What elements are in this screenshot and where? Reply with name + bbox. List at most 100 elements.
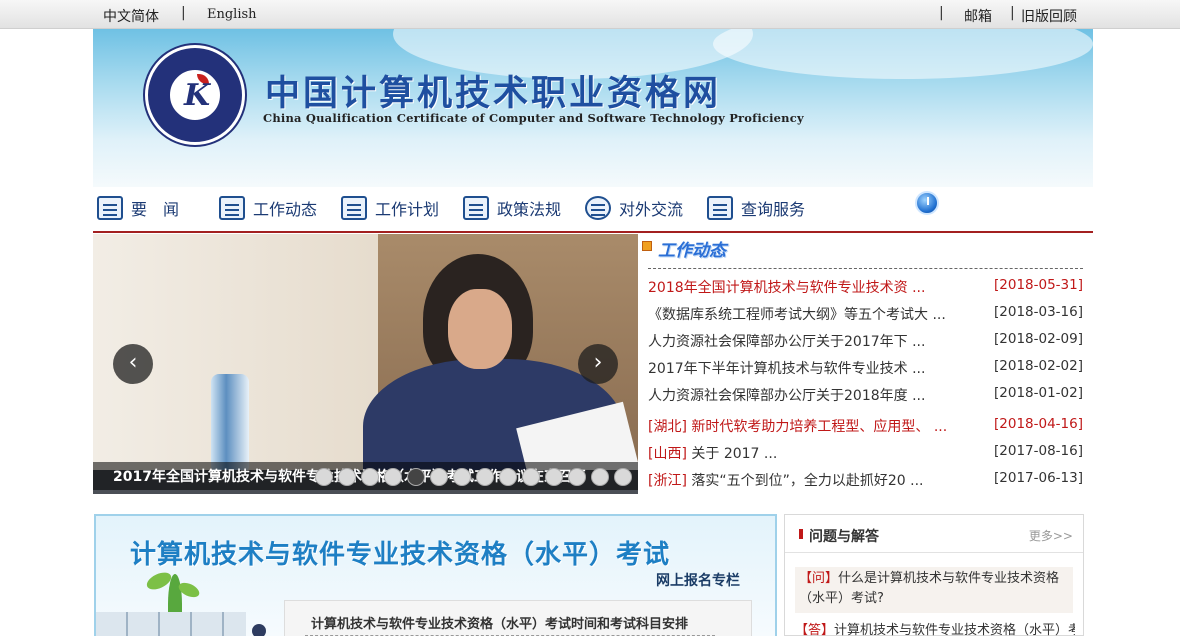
news-title[interactable]: 人力资源社会保障部办公厅关于2017年下 ...: [648, 331, 925, 351]
slider-dot[interactable]: [361, 468, 379, 486]
nav-item-label: 政策法规: [497, 200, 562, 219]
slider-dot[interactable]: [499, 468, 517, 486]
site-title: 中国计算机技术职业资格网: [265, 74, 722, 114]
online-registration-label[interactable]: 网上报名专栏: [656, 570, 740, 590]
news-item[interactable]: [山西] 关于 2017 ... [2017-08-16]: [648, 443, 1083, 463]
question-tag: 【问】: [799, 571, 839, 586]
slider-pagination: [315, 468, 632, 486]
nav-item-label: 工作动态: [253, 200, 318, 219]
question-item[interactable]: 【问】什么是计算机技术与软件专业技术资格（水平）考试?: [795, 567, 1073, 613]
news-title[interactable]: [浙江] 落实“五个到位”，全力以赴抓好20 ...: [648, 470, 924, 490]
globe-icon: [585, 196, 611, 220]
nav-item-work-plan[interactable]: 工作计划: [341, 192, 439, 224]
news-date: [2018-03-16]: [994, 304, 1083, 320]
slider-dot[interactable]: [476, 468, 494, 486]
news-title[interactable]: [湖北] 新时代软考助力培养工程型、应用型、 ...: [648, 416, 947, 436]
work-news-heading[interactable]: 工作动态: [658, 236, 726, 261]
news-icon: [97, 196, 123, 220]
slider-dot[interactable]: [407, 468, 425, 486]
qa-header: 问题与解答 更多>>: [785, 515, 1083, 553]
news-date: [2018-02-02]: [994, 358, 1083, 374]
more-link[interactable]: 更多>>: [1029, 527, 1073, 544]
divider: [648, 268, 1083, 269]
news-region-tag: [浙江]: [648, 473, 687, 489]
exam-link-box: 计算机技术与软件专业技术资格（水平）考试时间和考试科目安排: [284, 600, 752, 636]
section-marker: [799, 529, 803, 539]
work-news-panel: 工作动态 2018年全国计算机技术与软件专业技术资 ... [2018-05-31…: [640, 234, 1085, 494]
nav-divider: [93, 231, 1093, 233]
slider-dot[interactable]: [430, 468, 448, 486]
news-item[interactable]: 《数据库系统工程师考试大纲》等五个考试大 ... [2018-03-16]: [648, 304, 1083, 324]
slider-dot[interactable]: [522, 468, 540, 486]
printer-icon: [463, 196, 489, 220]
news-item[interactable]: 人力资源社会保障部办公厅关于2017年下 ... [2018-02-09]: [648, 331, 1083, 351]
nav-item-work-news[interactable]: 工作动态: [219, 192, 317, 224]
divider: |: [1010, 5, 1015, 21]
nav-item-query[interactable]: 查询服务: [707, 192, 805, 224]
site-logo[interactable]: K: [145, 45, 245, 145]
news-title-text: 2017年下半年计算机技术与软件专业技术 ...: [648, 361, 926, 377]
news-date: [2018-05-31]: [994, 277, 1083, 293]
slider-dot[interactable]: [591, 468, 609, 486]
news-date: [2017-06-13]: [994, 470, 1083, 486]
nav-item-exchange[interactable]: 对外交流: [585, 192, 683, 224]
top-bar: 中文简体 | English | 邮箱 | 旧版回顾: [0, 0, 1180, 29]
news-item[interactable]: 2018年全国计算机技术与软件专业技术资 ... [2018-05-31]: [648, 277, 1083, 297]
slider-dot[interactable]: [545, 468, 563, 486]
photo-slider[interactable]: ‹ › 2017年全国计算机技术与软件专业技术资格（水平）考试工作会议在京召开: [93, 234, 638, 494]
site-banner: K 中国计算机技术职业资格网 China Qualification Certi…: [93, 29, 1093, 187]
news-title-text: 关于 2017 ...: [691, 446, 778, 462]
exam-schedule-link[interactable]: 计算机技术与软件专业技术资格（水平）考试时间和考试科目安排: [311, 613, 688, 632]
news-title[interactable]: 2017年下半年计算机技术与软件专业技术 ...: [648, 358, 925, 378]
slider-next-button[interactable]: ›: [578, 344, 618, 384]
language-chinese-link[interactable]: 中文简体: [103, 6, 159, 26]
news-title[interactable]: 《数据库系统工程师考试大纲》等五个考试大 ...: [648, 304, 946, 324]
site-subtitle: China Qualification Certificate of Compu…: [263, 111, 804, 125]
nav-item-label: 工作计划: [375, 200, 440, 219]
news-title-text: 2018年全国计算机技术与软件专业技术资 ...: [648, 280, 926, 296]
news-title-text: 落实“五个到位”，全力以赴抓好20 ...: [691, 473, 924, 489]
nav-item-news[interactable]: 要 闻: [97, 192, 179, 224]
person-icon: [252, 624, 266, 636]
news-item[interactable]: [浙江] 落实“五个到位”，全力以赴抓好20 ... [2017-06-13]: [648, 470, 1083, 490]
nav-item-label: 对外交流: [619, 200, 684, 219]
news-item[interactable]: 人力资源社会保障部办公厅关于2018年度 ... [2018-01-02]: [648, 385, 1083, 405]
news-title[interactable]: [山西] 关于 2017 ...: [648, 443, 777, 463]
slide-photo-face: [448, 289, 512, 369]
main-nav: 要 闻 工作动态 工作计划 政策法规 对外交流 查询服务: [93, 187, 1093, 231]
news-region-tag: [山西]: [648, 446, 687, 462]
qa-title: 问题与解答: [809, 529, 879, 545]
news-date: [2018-04-16]: [994, 416, 1083, 432]
keyboard-illustration: [96, 612, 246, 636]
clock-icon[interactable]: [915, 191, 939, 215]
slider-dot[interactable]: [338, 468, 356, 486]
exam-banner[interactable]: 计算机技术与软件专业技术资格（水平）考试 网上报名专栏 计算机技术与软件专业技术…: [94, 514, 777, 636]
qa-panel: 问题与解答 更多>> 【问】什么是计算机技术与软件专业技术资格（水平）考试? 【…: [784, 514, 1084, 638]
plan-icon: [341, 196, 367, 220]
news-title[interactable]: 2018年全国计算机技术与软件专业技术资 ...: [648, 277, 925, 297]
news-title-text: 新时代软考助力培养工程型、应用型、 ...: [691, 419, 948, 435]
news-title-text: 人力资源社会保障部办公厅关于2017年下 ...: [648, 334, 926, 350]
slider-dot[interactable]: [315, 468, 333, 486]
monitor-icon: [707, 196, 733, 220]
slider-dot[interactable]: [453, 468, 471, 486]
slider-dot[interactable]: [568, 468, 586, 486]
question-text: 什么是计算机技术与软件专业技术资格（水平）考试?: [799, 571, 1060, 606]
slider-prev-button[interactable]: ‹: [113, 344, 153, 384]
news-title-text: 人力资源社会保障部办公厅关于2018年度 ...: [648, 388, 926, 404]
nav-item-policy[interactable]: 政策法规: [463, 192, 561, 224]
calendar-icon: [219, 196, 245, 220]
news-region-tag: [湖北]: [648, 419, 687, 435]
news-title[interactable]: 人力资源社会保障部办公厅关于2018年度 ...: [648, 385, 925, 405]
slider-dot[interactable]: [614, 468, 632, 486]
news-item[interactable]: [湖北] 新时代软考助力培养工程型、应用型、 ... [2018-04-16]: [648, 416, 1083, 436]
slider-dot[interactable]: [384, 468, 402, 486]
old-version-link[interactable]: 旧版回顾: [1021, 6, 1077, 26]
slide-photo-bottle: [211, 374, 249, 474]
mailbox-link[interactable]: 邮箱: [964, 6, 992, 26]
language-english-link[interactable]: English: [207, 7, 257, 22]
news-item[interactable]: 2017年下半年计算机技术与软件专业技术 ... [2018-02-02]: [648, 358, 1083, 378]
divider: |: [181, 5, 186, 21]
answer-item[interactable]: 【答】计算机技术与软件专业技术资格（水平）考: [795, 619, 1075, 638]
nav-item-label: 查询服务: [741, 200, 806, 219]
